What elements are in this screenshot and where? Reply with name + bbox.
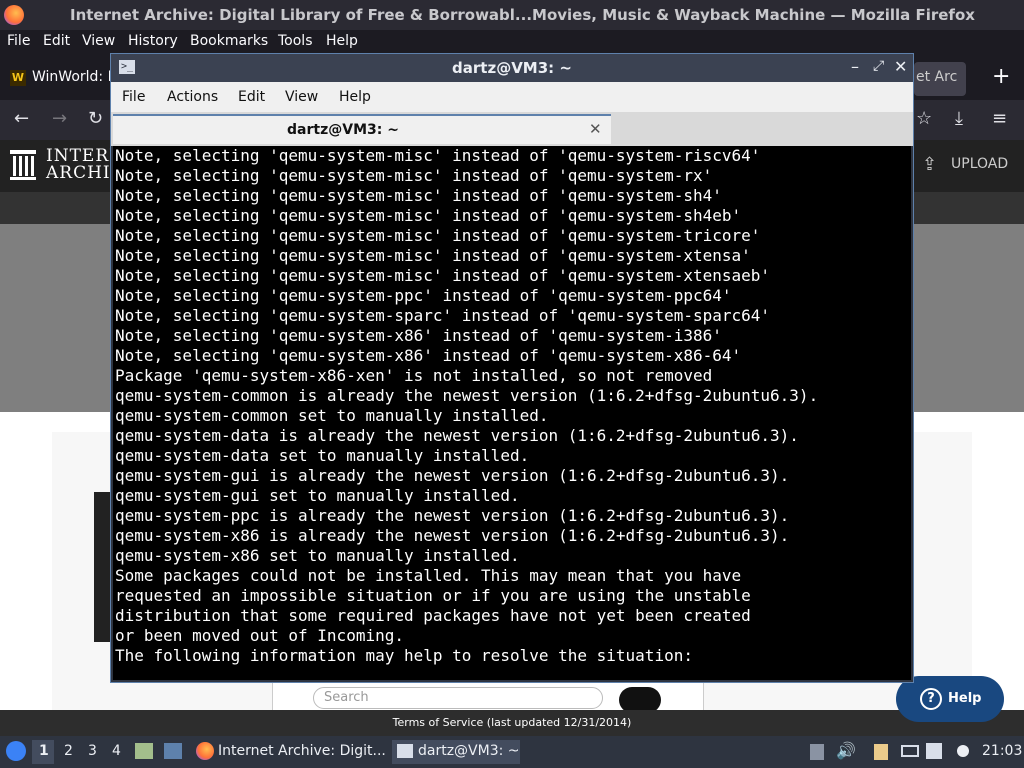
- terminal-window-title: dartz@VM3: ~: [452, 59, 572, 77]
- help-label: Help: [948, 691, 982, 706]
- menu-edit[interactable]: Edit: [43, 33, 70, 49]
- volume-icon[interactable]: 🔊: [836, 741, 856, 760]
- menu-tools[interactable]: Tools: [278, 33, 313, 49]
- terminal-line: Note, selecting 'qemu-system-misc' inste…: [115, 226, 761, 245]
- tab-close-icon[interactable]: ✕: [589, 120, 602, 138]
- tab-label: WinWorld: M: [32, 69, 120, 85]
- app-menu-icon[interactable]: ≡: [992, 108, 1007, 129]
- power-icon[interactable]: [957, 745, 969, 757]
- new-tab-button[interactable]: +: [992, 64, 1010, 89]
- file-manager-icon[interactable]: [135, 743, 153, 759]
- terminal-line: qemu-system-common is already the newest…: [115, 386, 819, 405]
- firefox-window-title: Internet Archive: Digital Library of Fre…: [70, 6, 975, 24]
- tab-winworld[interactable]: W WinWorld: M: [6, 62, 120, 96]
- firefox-menubar: File Edit View History Bookmarks Tools H…: [0, 30, 1024, 54]
- taskbar-app-firefox[interactable]: Internet Archive: Digit...: [218, 743, 386, 759]
- terminal-line: requested an impossible situation or if …: [115, 586, 751, 605]
- menu-file[interactable]: File: [7, 33, 30, 49]
- terms-of-service-link[interactable]: Terms of Service (last updated 12/31/201…: [393, 716, 632, 729]
- terminal-line: qemu-system-gui is already the newest ve…: [115, 466, 790, 485]
- terminal-line: Note, selecting 'qemu-system-misc' inste…: [115, 266, 771, 285]
- workspace-1[interactable]: 1: [39, 743, 49, 759]
- menu-bookmarks[interactable]: Bookmarks: [190, 33, 268, 49]
- terminal-line: Note, selecting 'qemu-system-misc' inste…: [115, 166, 713, 185]
- show-desktop-icon[interactable]: [164, 743, 182, 759]
- minimize-icon[interactable]: –: [851, 57, 859, 76]
- bookmark-star-icon[interactable]: ☆: [916, 108, 932, 129]
- menu-help[interactable]: Help: [326, 33, 358, 49]
- terminal-line: qemu-system-ppc is already the newest ve…: [115, 506, 790, 525]
- reload-icon[interactable]: ↻: [88, 108, 103, 129]
- terminal-menu-file[interactable]: File: [122, 89, 145, 105]
- search-placeholder: Search: [324, 690, 369, 705]
- terminal-line: Note, selecting 'qemu-system-x86' instea…: [115, 326, 722, 345]
- upload-link[interactable]: UPLOAD: [951, 156, 1008, 172]
- firefox-logo-icon: [4, 5, 24, 25]
- terminal-tab[interactable]: dartz@VM3: ~ ✕: [113, 114, 611, 144]
- terminal-line: Some packages could not be installed. Th…: [115, 566, 742, 585]
- tab-internet-archive[interactable]: et Arc: [914, 62, 966, 96]
- clipboard-icon[interactable]: [810, 744, 824, 760]
- terminal-line: qemu-system-data is already the newest v…: [115, 426, 799, 445]
- firefox-icon: [196, 742, 214, 760]
- close-icon[interactable]: ✕: [894, 57, 907, 76]
- clock[interactable]: 21:03: [982, 743, 1022, 759]
- terminal-menu-help[interactable]: Help: [339, 89, 371, 105]
- tab-label: et Arc: [916, 69, 958, 85]
- terminal-line: Package 'qemu-system-x86-xen' is not ins…: [115, 366, 713, 385]
- notes-icon[interactable]: [874, 744, 888, 760]
- terminal-line: qemu-system-x86 is already the newest ve…: [115, 526, 790, 545]
- upload-icon[interactable]: ⇪: [922, 154, 937, 175]
- terminal-line: qemu-system-x86 set to manually installe…: [115, 546, 520, 565]
- back-icon[interactable]: ←: [14, 108, 29, 129]
- menu-view[interactable]: View: [82, 33, 115, 49]
- forward-icon[interactable]: →: [52, 108, 67, 129]
- terminal-menu-edit[interactable]: Edit: [238, 89, 265, 105]
- terminal-line: qemu-system-common set to manually insta…: [115, 406, 549, 425]
- terminal-tab-label: dartz@VM3: ~: [287, 122, 399, 138]
- terminal-menu-actions[interactable]: Actions: [167, 89, 218, 105]
- notifications-icon[interactable]: [926, 743, 942, 759]
- help-question-icon: ?: [920, 688, 942, 710]
- workspace-4[interactable]: 4: [112, 743, 121, 759]
- terminal-menubar: File Actions Edit View Help: [111, 82, 913, 112]
- terminal-output[interactable]: Note, selecting 'qemu-system-misc' inste…: [113, 146, 911, 680]
- downloads-icon[interactable]: ⤓: [955, 108, 963, 129]
- terminal-line: Note, selecting 'qemu-system-sparc' inst…: [115, 306, 771, 325]
- ia-logo-icon: [10, 150, 36, 180]
- terminal-line: qemu-system-data set to manually install…: [115, 446, 530, 465]
- winworld-favicon-icon: W: [10, 70, 26, 86]
- terminal-line: distribution that some required packages…: [115, 606, 751, 625]
- terminal-text: Note, selecting 'qemu-system-misc' inste…: [113, 146, 911, 666]
- terminal-line: Note, selecting 'qemu-system-x86' instea…: [115, 346, 742, 365]
- menu-history[interactable]: History: [128, 33, 178, 49]
- firefox-titlebar: Internet Archive: Digital Library of Fre…: [0, 0, 1024, 30]
- maximize-icon[interactable]: ⤢: [873, 58, 884, 74]
- terminal-tabbar: dartz@VM3: ~ ✕: [111, 112, 913, 146]
- network-icon[interactable]: [901, 745, 919, 757]
- terminal-line: Note, selecting 'qemu-system-ppc' instea…: [115, 286, 732, 305]
- taskbar-app-terminal[interactable]: dartz@VM3: ~: [418, 743, 520, 759]
- taskbar: 1 2 3 4 Internet Archive: Digit... dartz…: [0, 736, 1024, 768]
- workspace-3[interactable]: 3: [88, 743, 97, 759]
- ia-footer: Terms of Service (last updated 12/31/201…: [0, 710, 1024, 736]
- terminal-line: Note, selecting 'qemu-system-misc' inste…: [115, 146, 761, 165]
- terminal-line: Note, selecting 'qemu-system-misc' inste…: [115, 246, 751, 265]
- terminal-icon: [397, 744, 413, 758]
- terminal-menu-view[interactable]: View: [285, 89, 318, 105]
- terminal-line: Note, selecting 'qemu-system-misc' inste…: [115, 186, 722, 205]
- terminal-window: >_ dartz@VM3: ~ – ⤢ ✕ File Actions Edit …: [110, 53, 914, 683]
- terminal-titlebar[interactable]: >_ dartz@VM3: ~ – ⤢ ✕: [111, 54, 913, 82]
- workspace-2[interactable]: 2: [64, 743, 73, 759]
- search-input[interactable]: Search: [313, 687, 603, 709]
- start-menu-icon[interactable]: [6, 741, 26, 761]
- terminal-line: The following information may help to re…: [115, 646, 693, 665]
- terminal-line: or been moved out of Incoming.: [115, 626, 404, 645]
- terminal-line: qemu-system-gui set to manually installe…: [115, 486, 520, 505]
- terminal-line: Note, selecting 'qemu-system-misc' inste…: [115, 206, 742, 225]
